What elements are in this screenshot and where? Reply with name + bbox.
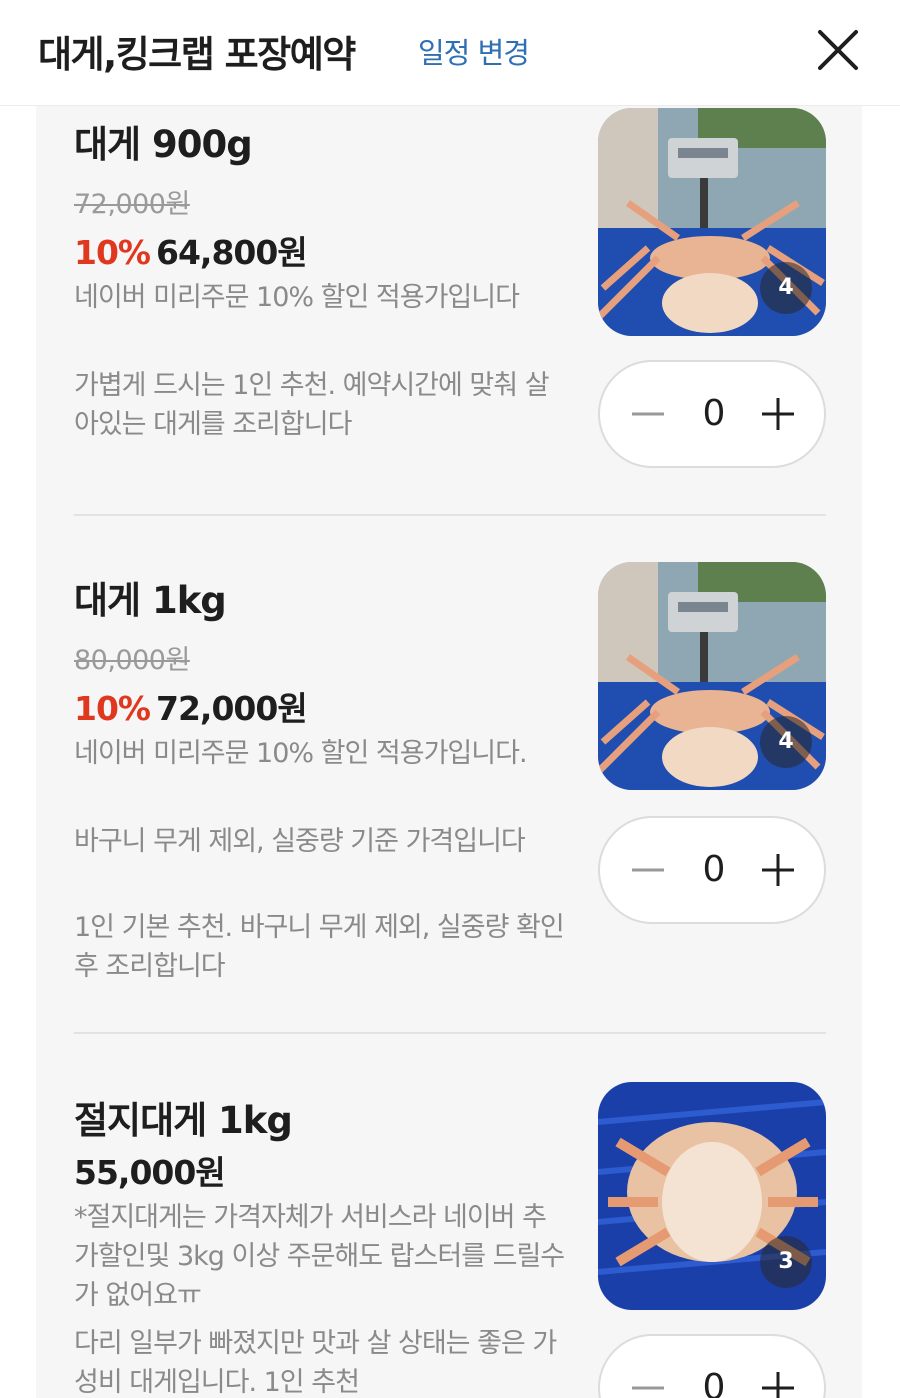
product-list: 대게 900g 72,000원 10% 64,800원 네이버 미리주문 10% …: [36, 106, 862, 1398]
increase-button[interactable]: [758, 1364, 798, 1398]
minus-icon: [632, 1386, 664, 1390]
decrease-button[interactable]: [628, 846, 668, 894]
discount-rate: 10%: [74, 233, 151, 272]
product-description: 1인 기본 추천. 바구니 무게 제외, 실중량 확인 후 조리합니다: [74, 912, 565, 982]
original-price: 80,000원: [74, 645, 190, 676]
decrease-button[interactable]: [628, 390, 668, 438]
product-description: 바구니 무게 제외, 실중량 기준 가격입니다: [74, 826, 526, 857]
header: 대게,킹크랩 포장예약 일정 변경: [0, 0, 900, 106]
divider: [74, 1032, 826, 1034]
price-row: 10% 64,800원: [74, 226, 308, 274]
product-name: 절지대게 1kg: [74, 1099, 293, 1142]
minus-icon: [632, 412, 664, 416]
product-image[interactable]: 3: [598, 1082, 826, 1310]
product-description: 다리 일부가 빠졌지만 맛과 살 상태는 좋은 가성비 대게입니다. 1인 추천: [74, 1328, 557, 1398]
quantity-value: 0: [702, 393, 726, 434]
close-button[interactable]: [812, 24, 864, 76]
plus-icon: [762, 854, 794, 886]
sale-price: 55,000원: [74, 1153, 226, 1192]
price-row: 55,000원: [74, 1146, 226, 1194]
divider: [74, 514, 826, 516]
product-image[interactable]: 4: [598, 562, 826, 790]
price-row: 10% 72,000원: [74, 682, 308, 730]
increase-button[interactable]: [758, 846, 798, 894]
product-description: 가볍게 드시는 1인 추천. 예약시간에 맞춰 살아있는 대게를 조리합니다: [74, 370, 550, 440]
quantity-value: 0: [702, 1367, 726, 1398]
discount-rate: 10%: [74, 689, 151, 728]
image-count-badge: 3: [760, 1236, 812, 1288]
quantity-stepper: 0: [598, 360, 826, 468]
image-count-badge: 4: [760, 716, 812, 768]
image-count-badge: 4: [760, 262, 812, 314]
plus-icon: [762, 1372, 794, 1398]
product-name: 대게 1kg: [74, 579, 227, 622]
product-image[interactable]: 4: [598, 108, 826, 336]
sale-price: 64,800원: [156, 233, 308, 272]
original-price: 72,000원: [74, 189, 190, 220]
product-description: 네이버 미리주문 10% 할인 적용가입니다: [74, 282, 520, 313]
close-icon: [818, 30, 858, 70]
decrease-button[interactable]: [628, 1364, 668, 1398]
product-description: *절지대게는 가격자체가 서비스라 네이버 추가할인및 3kg 이상 주문해도 …: [74, 1202, 565, 1311]
quantity-stepper: 0: [598, 816, 826, 924]
increase-button[interactable]: [758, 390, 798, 438]
quantity-value: 0: [702, 849, 726, 890]
quantity-stepper: 0: [598, 1334, 826, 1398]
product-name: 대게 900g: [74, 123, 253, 166]
page-title: 대게,킹크랩 포장예약: [38, 33, 356, 76]
change-schedule-link[interactable]: 일정 변경: [418, 30, 530, 72]
sale-price: 72,000원: [156, 689, 308, 728]
minus-icon: [632, 868, 664, 872]
plus-icon: [762, 398, 794, 430]
product-description: 네이버 미리주문 10% 할인 적용가입니다.: [74, 738, 528, 769]
